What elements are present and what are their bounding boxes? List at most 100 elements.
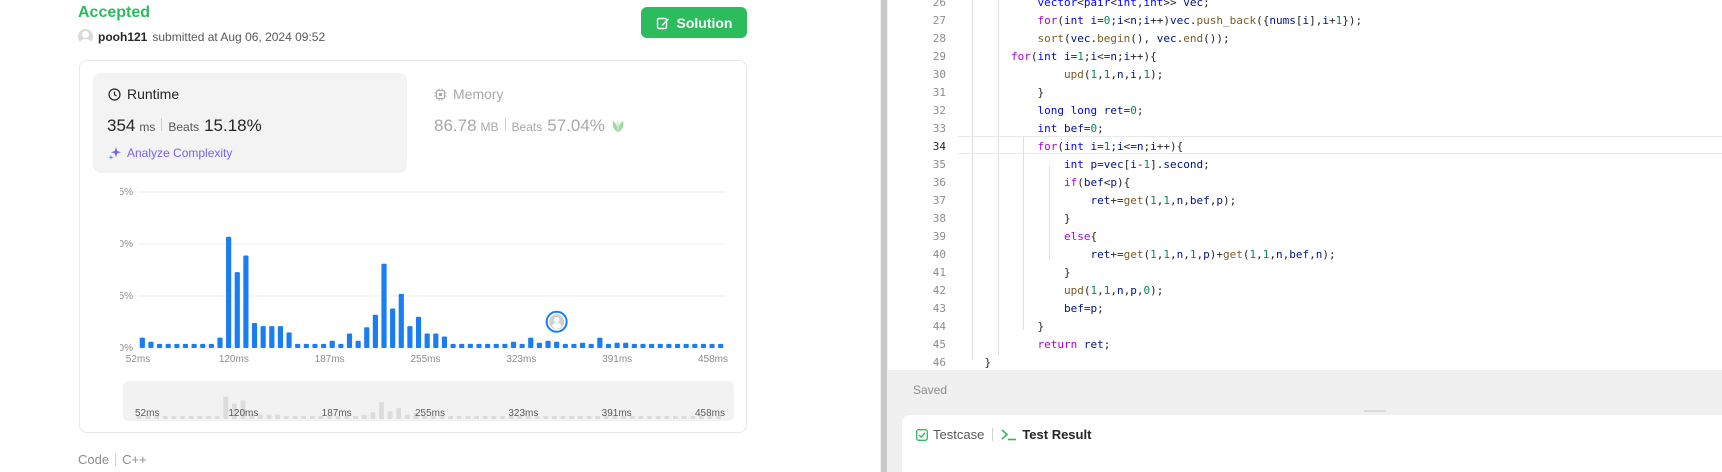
code-line[interactable]: for(int i=1;i<=n;i++){ [958,50,1157,63]
chart-bar[interactable] [364,327,370,348]
code-line[interactable]: } [958,212,1071,225]
chart-bar[interactable] [640,343,646,348]
chart-bar[interactable] [165,343,171,348]
chart-bar[interactable] [562,343,568,348]
chart-bar[interactable] [493,343,499,348]
chart-bar[interactable] [407,326,413,348]
chart-bar[interactable] [182,343,189,348]
code-line[interactable]: } [958,266,1071,279]
chart-bar[interactable] [605,343,612,348]
code-line[interactable]: } [958,86,1044,99]
code-line[interactable]: int bef=0; [958,122,1103,135]
chart-bar[interactable] [485,343,491,348]
chart-bar[interactable] [415,316,422,348]
chart-bar[interactable] [303,343,309,348]
code-line[interactable]: long long ret=0; [958,104,1143,117]
code-line[interactable]: return ret; [958,338,1110,351]
chart-bar[interactable] [286,332,292,348]
chart-bar[interactable] [156,343,163,348]
user-avatar[interactable] [78,29,93,44]
tab-test-result[interactable]: Test Result [1001,427,1091,442]
chart-bar[interactable] [588,343,594,348]
code-line[interactable]: vector<pair<int,int>> vec; [958,0,1209,9]
chart-bar[interactable] [467,343,473,348]
chart-bar[interactable] [338,343,344,348]
code-line[interactable]: for(int i=1;i<=n;i++){ [958,140,1183,153]
chart-bar[interactable] [174,343,180,348]
chart-bar[interactable] [424,333,430,348]
chart-bar[interactable] [433,333,439,348]
code-line[interactable]: bef=p; [958,302,1104,315]
chart-bar[interactable] [269,326,275,348]
chart-bar[interactable] [666,343,672,348]
chart-bar[interactable] [579,342,586,348]
chart-bar[interactable] [139,337,145,348]
code-line[interactable]: ret+=get(1,1,n,1,p)+get(1,1,n,bef,n); [958,248,1335,261]
chart-bar[interactable] [390,308,396,348]
code-line[interactable]: upd(1,1,n,p,0); [958,284,1163,297]
chart-bar[interactable] [545,340,551,348]
chart-bar[interactable] [476,343,482,348]
chart-bar[interactable] [536,342,542,348]
vertical-resize-handle[interactable] [1364,410,1386,412]
runtime-range-slider[interactable]: 52ms 120ms 187ms 255ms 323ms 391ms 458ms [123,381,734,421]
chart-bar[interactable] [381,263,387,348]
chart-bar[interactable] [519,343,525,348]
chart-bar[interactable] [243,255,249,348]
chart-bar[interactable] [191,343,197,348]
chart-bar[interactable] [683,343,689,348]
chart-bar[interactable] [649,343,655,348]
runtime-distribution-chart[interactable]: 0% 5% 10% 15% 52ms 120ms 187ms 255ms 323ms 391ms 4… [120,182,730,372]
chart-bar[interactable] [450,343,456,348]
chart-bar[interactable] [200,343,206,348]
panel-resize-handle[interactable] [880,0,888,472]
chart-bar[interactable] [148,341,154,348]
chart-bar[interactable] [571,343,577,348]
chart-bar[interactable] [295,343,301,348]
chart-bar[interactable] [709,343,715,348]
code-editor[interactable]: 26 vector<pair<int,int>> vec; 27 for(int … [888,0,1722,370]
mini-distribution-chart[interactable]: 52ms 120ms 187ms 255ms 323ms 391ms 458ms [123,381,734,421]
chart-bar[interactable] [459,343,465,348]
chart-bar[interactable] [208,343,214,348]
chart-bar[interactable] [226,236,232,348]
code-line[interactable]: if(bef<p){ [958,176,1130,189]
resize-grip[interactable] [881,0,887,472]
chart-bar[interactable] [597,337,603,348]
chart-bar[interactable] [321,343,327,348]
chart-bar[interactable] [217,337,223,348]
chart-bar[interactable] [718,343,724,348]
chart-bar[interactable] [700,343,707,348]
memory-header[interactable]: Memory [434,86,504,102]
code-line[interactable]: ret+=get(1,1,n,bef,p); [958,194,1236,207]
code-line[interactable]: } [958,356,991,369]
solution-button[interactable]: Solution [641,7,747,38]
chart-bar[interactable] [372,314,378,348]
chart-bar[interactable] [312,343,318,348]
code-line[interactable]: } [958,320,1044,333]
code-line[interactable]: else{ [958,230,1097,243]
code-line[interactable]: for(int i=0;i<n;i++)vec.push_back({nums[… [958,14,1362,27]
chart-bar[interactable] [674,343,681,348]
tab-testcase[interactable]: Testcase [916,427,984,442]
chart-bar[interactable] [502,343,508,348]
analyze-complexity-link[interactable]: Analyze Complexity [108,146,232,160]
code-line[interactable]: int p=vec[i-1].second; [958,158,1210,171]
chart-bar[interactable] [346,333,353,348]
code-line[interactable]: upd(1,1,n,i,1); [958,68,1163,81]
chart-bar[interactable] [441,336,448,348]
chart-bar[interactable] [692,343,698,348]
chart-bar[interactable] [614,342,620,348]
chart-bar[interactable] [528,337,534,348]
chart-bar[interactable] [657,343,663,348]
chart-bar[interactable] [234,272,240,348]
username-link[interactable]: pooh121 [98,30,147,44]
chart-bar[interactable] [260,326,266,348]
chart-bar[interactable] [623,342,629,348]
chart-bar[interactable] [277,326,284,348]
chart-bar[interactable] [510,341,517,348]
chart-bar[interactable] [329,340,335,348]
chart-bar[interactable] [631,343,637,348]
chart-bar[interactable] [554,341,560,348]
chart-bar[interactable] [355,340,361,348]
